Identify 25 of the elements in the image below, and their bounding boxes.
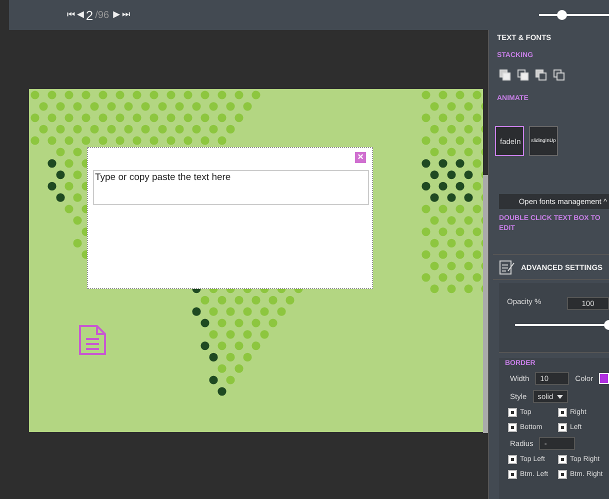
layer-order-icon[interactable]: [517, 69, 529, 81]
layer-order-icon[interactable]: [553, 69, 565, 81]
next-page-button[interactable]: ▶: [113, 10, 120, 20]
layer-order-icon[interactable]: [535, 69, 547, 81]
previous-page-button[interactable]: ◀: [77, 10, 84, 20]
opacity-slider[interactable]: [515, 320, 609, 330]
checkbox[interactable]: [558, 455, 567, 464]
checkbox[interactable]: [508, 423, 517, 432]
checkbox[interactable]: [508, 455, 517, 464]
checkbox[interactable]: [508, 470, 517, 479]
caret-icon: [557, 394, 564, 398]
checkbox[interactable]: [558, 408, 567, 417]
edit-note-icon: [499, 259, 515, 275]
layer-order-icon[interactable]: [499, 69, 511, 81]
checkbox[interactable]: [558, 470, 567, 479]
checkbox[interactable]: [508, 408, 517, 417]
color-swatch[interactable]: [599, 373, 609, 384]
zoom-slider[interactable]: [539, 10, 609, 20]
scrollbar-thumb[interactable]: [483, 175, 488, 433]
text-input-field[interactable]: Type or copy paste the text here: [93, 170, 369, 205]
current-page: 2: [86, 8, 94, 22]
page-count: /96: [95, 10, 110, 20]
last-page-button[interactable]: ⏭: [122, 10, 130, 20]
checkbox[interactable]: [558, 423, 567, 432]
first-page-button[interactable]: ⏮: [67, 10, 75, 20]
